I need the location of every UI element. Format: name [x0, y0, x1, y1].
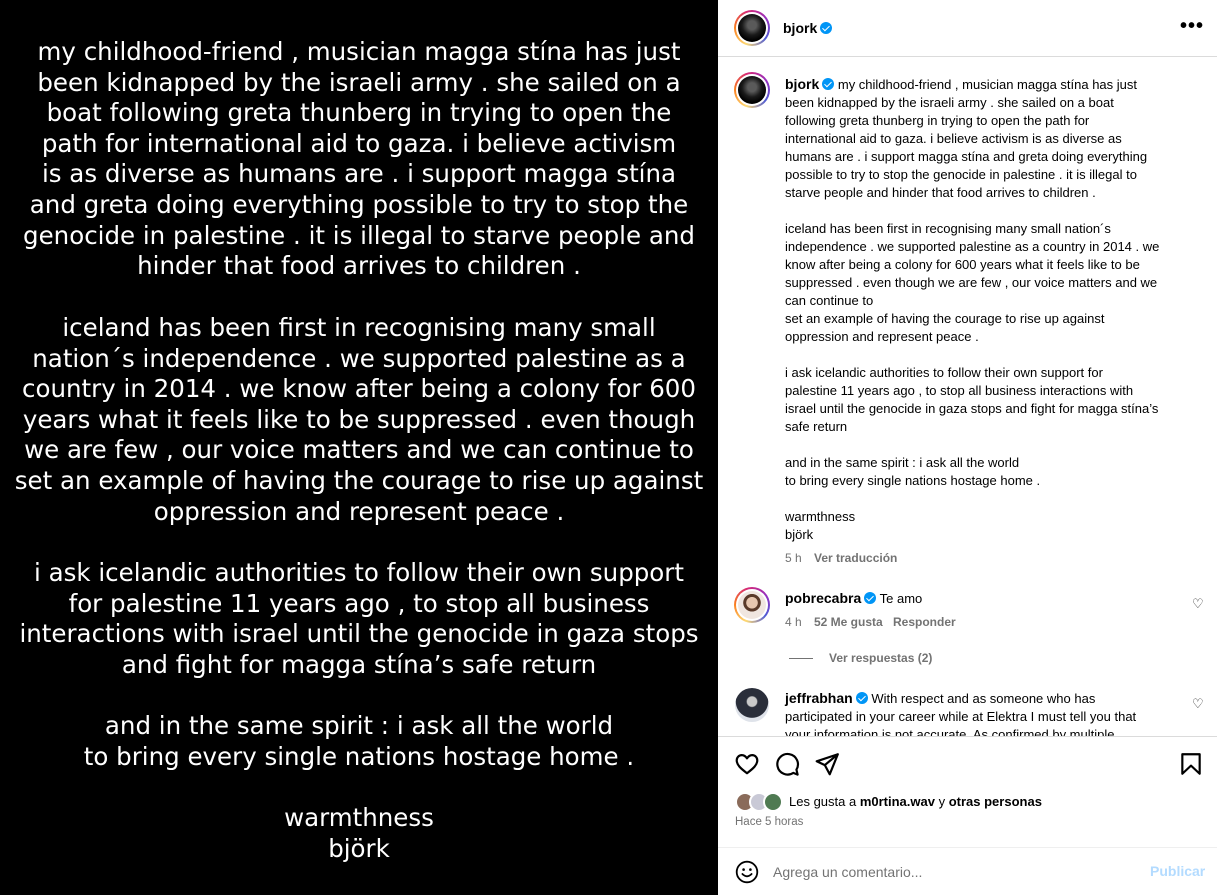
comment-avatar[interactable] [734, 587, 770, 623]
post-time: Hace 5 horas [735, 816, 804, 828]
publish-button[interactable]: Publicar [1150, 863, 1205, 879]
verified-badge-icon [820, 22, 833, 34]
emoji-icon[interactable] [735, 860, 759, 884]
replies-divider [789, 658, 813, 659]
likes-summary[interactable]: Les gusta a m0rtina.wav y otras personas [789, 794, 1042, 809]
comment-text: Te amo [879, 591, 923, 606]
verified-badge-icon [864, 592, 877, 604]
image-paragraph: my childhood-friend , musician magga stí… [23, 37, 695, 281]
comment-username[interactable]: jeffrabhan [785, 690, 853, 706]
translate-link[interactable]: Ver traducción [814, 551, 897, 565]
share-icon[interactable] [814, 751, 840, 777]
verified-badge-icon [822, 78, 835, 90]
bookmark-icon[interactable] [1178, 751, 1204, 777]
verified-badge-icon [855, 692, 868, 704]
comment-likes[interactable]: 52 Me gusta [814, 615, 883, 629]
caption-text: my childhood-friend , musician magga stí… [785, 77, 1160, 542]
comment-like-heart-icon[interactable]: ♡ [1192, 696, 1204, 712]
image-paragraph: warmthness björk [284, 803, 434, 863]
image-paragraph: iceland has been first in recognising ma… [14, 313, 704, 526]
liked-by-user[interactable]: m0rtina.wav [860, 794, 935, 809]
reply-button[interactable]: Responder [893, 615, 956, 629]
comments-section[interactable]: bjork my childhood-friend , musician mag… [718, 58, 1217, 736]
header-username[interactable]: bjork [783, 20, 833, 36]
image-paragraph: and in the same spirit : i ask all the w… [83, 711, 635, 771]
comment-username[interactable]: pobrecabra [785, 590, 861, 606]
caption-time: 5 h [785, 551, 802, 565]
comment-icon[interactable] [774, 751, 800, 777]
caption: bjork my childhood-friend , musician mag… [785, 75, 1195, 544]
caption-username[interactable]: bjork [785, 76, 819, 92]
heart-icon[interactable] [734, 751, 760, 777]
post-header: bjork ••• [718, 0, 1217, 57]
more-options-icon[interactable]: ••• [1180, 16, 1204, 36]
comment-avatar[interactable] [735, 688, 769, 722]
post-image: my childhood-friend , musician magga stí… [0, 0, 718, 895]
comment-input[interactable] [773, 862, 1133, 882]
comment-like-heart-icon[interactable]: ♡ [1192, 596, 1204, 612]
liked-by-avatars[interactable] [735, 792, 787, 812]
comment: pobrecabra Te amo [785, 589, 1185, 608]
view-replies-link[interactable]: Ver respuestas (2) [829, 651, 932, 665]
image-paragraph: i ask icelandic authorities to follow th… [19, 558, 699, 679]
avatar[interactable] [734, 10, 770, 46]
caption-avatar[interactable] [734, 72, 770, 108]
comment-time: 4 h [785, 615, 802, 629]
comment-bar: Publicar [718, 847, 1217, 895]
comment: jeffrabhan With respect and as someone w… [785, 689, 1185, 736]
post-actions: Les gusta a m0rtina.wav y otras personas… [718, 736, 1217, 895]
post-side-panel: bjork ••• bjork my childhood-friend , mu… [718, 0, 1217, 895]
liked-by-others[interactable]: otras personas [949, 794, 1042, 809]
